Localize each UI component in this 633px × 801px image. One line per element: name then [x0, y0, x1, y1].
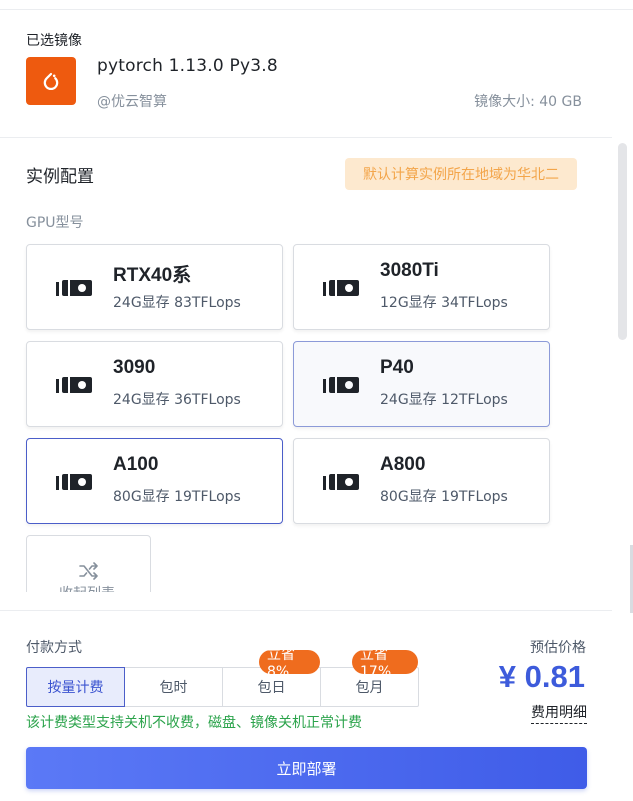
- shuffle-icon: [79, 562, 98, 580]
- scrollbar-thumb[interactable]: [618, 143, 627, 340]
- gpu-card-icon: [56, 377, 92, 393]
- gpu-spec: 24G显存 36TFLops: [113, 392, 241, 408]
- gpu-card-3080ti[interactable]: 3080Ti 12G显存 34TFLops: [293, 244, 550, 330]
- discount-badge: 立省17%: [352, 647, 418, 680]
- gpu-spec: 12G显存 34TFLops: [380, 295, 508, 311]
- billing-note: 该计费类型支持关机不收费，磁盘、镜像关机正常计费: [26, 715, 362, 731]
- gpu-name: 3080Ti: [380, 260, 439, 281]
- fee-detail-link[interactable]: 费用明细: [531, 702, 587, 724]
- gpu-card-icon: [323, 474, 359, 490]
- gpu-name: P40: [380, 357, 414, 378]
- gpu-model-list: RTX40系 24G显存 83TFLops 3080Ti 12G显存 34TFL…: [0, 0, 600, 592]
- tab-pay-as-you-go[interactable]: 按量计费: [26, 667, 125, 707]
- gpu-card-icon: [56, 280, 92, 296]
- gpu-spec: 24G显存 83TFLops: [113, 295, 241, 311]
- tab-label: 包月: [355, 680, 384, 696]
- tab-monthly-package[interactable]: 立省17% 包月: [320, 647, 419, 707]
- tab-daily-package[interactable]: 立省8% 包日: [222, 647, 321, 707]
- gpu-card-a800[interactable]: A800 80G显存 19TFLops: [293, 438, 550, 524]
- payment-section: 付款方式 按量计费 包时 立省8% 包日 立省17% 包月 该计费类型支持关机不…: [0, 610, 612, 801]
- collapse-list-label: 收起列表: [59, 583, 115, 592]
- deploy-now-button[interactable]: 立即部署: [26, 747, 587, 789]
- tab-label: 按量计费: [47, 680, 104, 696]
- discount-badge: 立省8%: [259, 647, 320, 680]
- estimated-price-label: 预估价格: [530, 640, 586, 656]
- gpu-card-rtx40[interactable]: RTX40系 24G显存 83TFLops: [26, 244, 283, 330]
- gpu-name: RTX40系: [113, 265, 192, 286]
- gpu-card-p40[interactable]: P40 24G显存 12TFLops: [293, 341, 550, 427]
- gpu-name: A800: [380, 454, 426, 475]
- gpu-name: 3090: [113, 357, 156, 378]
- gpu-spec: 24G显存 12TFLops: [380, 392, 508, 408]
- collapse-list-button[interactable]: 收起列表: [26, 535, 151, 592]
- payment-method-label: 付款方式: [26, 640, 82, 656]
- gpu-card-3090[interactable]: 3090 24G显存 36TFLops: [26, 341, 283, 427]
- tab-label: 包日: [257, 680, 286, 696]
- tab-label: 包时: [159, 680, 188, 696]
- gpu-spec: 80G显存 19TFLops: [380, 489, 508, 505]
- gpu-card-a100[interactable]: A100 80G显存 19TFLops: [26, 438, 283, 524]
- payment-method-tabs: 按量计费 包时 立省8% 包日 立省17% 包月: [26, 647, 419, 707]
- tab-hourly-package[interactable]: 包时: [124, 667, 223, 707]
- gpu-spec: 80G显存 19TFLops: [113, 489, 241, 505]
- estimated-price: ¥ 0.81: [498, 659, 585, 694]
- gpu-card-icon: [323, 377, 359, 393]
- gpu-card-icon: [323, 280, 359, 296]
- gpu-name: A100: [113, 454, 159, 475]
- gpu-card-icon: [56, 474, 92, 490]
